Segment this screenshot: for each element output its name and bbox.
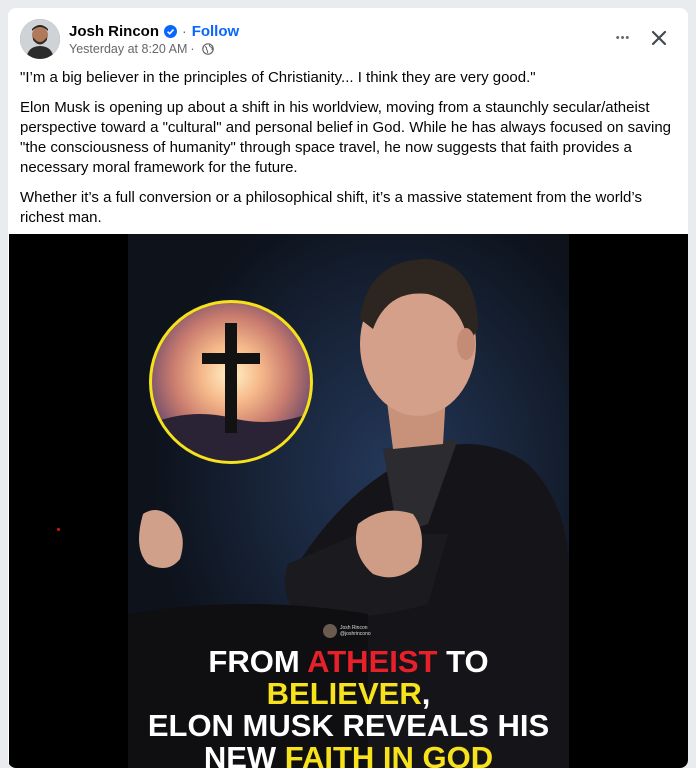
- post-paragraph-body: Elon Musk is opening up about a shift in…: [20, 99, 672, 176]
- headline-comma: ,: [421, 676, 431, 711]
- headline-line-2: ELON MUSK REVEALS HIS: [147, 708, 550, 743]
- image-artwork: Josh Rincon @joshrincono FROM ATHEIST TO…: [128, 234, 569, 768]
- headline-line-1: FROM ATHEIST TO BELIEVER,: [128, 646, 569, 710]
- image-watermark: Josh Rincon @joshrincono: [323, 624, 371, 638]
- headline-text: TO: [437, 644, 489, 679]
- author-avatar[interactable]: [20, 19, 60, 59]
- post-timestamp[interactable]: Yesterday at 8:20 AM: [69, 42, 187, 56]
- headline-atheist: ATHEIST: [307, 644, 438, 679]
- separator-dot: ·: [182, 23, 187, 39]
- cross-sunset-circle: [149, 300, 313, 464]
- author-name[interactable]: Josh Rincon: [69, 23, 159, 40]
- image-headline: FROM ATHEIST TO BELIEVER, ELON MUSK REVE…: [128, 646, 569, 768]
- watermark-handle: @joshrincono: [340, 631, 371, 637]
- author-row: Josh Rincon · Follow: [69, 21, 239, 41]
- globe-icon[interactable]: [201, 43, 214, 55]
- headline-text: FROM: [208, 644, 308, 679]
- more-options-icon: •••: [615, 32, 631, 44]
- cross-icon: [152, 323, 310, 461]
- post-meta: Yesterday at 8:20 AM ·: [69, 41, 214, 57]
- post-paragraph-quote: "I’m a big believer in the principles of…: [20, 69, 536, 86]
- post-paragraph-closing: Whether it’s a full conversion or a phil…: [20, 189, 642, 226]
- post-body: "I’m a big believer in the principles of…: [20, 68, 680, 238]
- headline-line-3: NEW FAITH IN GOD: [128, 742, 569, 768]
- watermark-avatar: [323, 624, 337, 638]
- headline-text: NEW: [203, 740, 285, 768]
- avatar-image: [20, 19, 60, 59]
- verified-badge-icon: [164, 24, 178, 38]
- close-button[interactable]: [645, 24, 673, 52]
- post-card: Josh Rincon · Follow Yesterday at 8:20 A…: [8, 8, 688, 768]
- close-icon: [651, 30, 667, 46]
- red-dot-marker: [57, 528, 60, 531]
- post-image[interactable]: Josh Rincon @joshrincono FROM ATHEIST TO…: [9, 234, 688, 768]
- headline-faith: FAITH IN GOD: [284, 740, 494, 768]
- more-options-button[interactable]: •••: [608, 26, 638, 50]
- follow-button[interactable]: Follow: [192, 23, 240, 40]
- headline-believer: BELIEVER: [266, 676, 422, 711]
- meta-separator: ·: [190, 42, 195, 56]
